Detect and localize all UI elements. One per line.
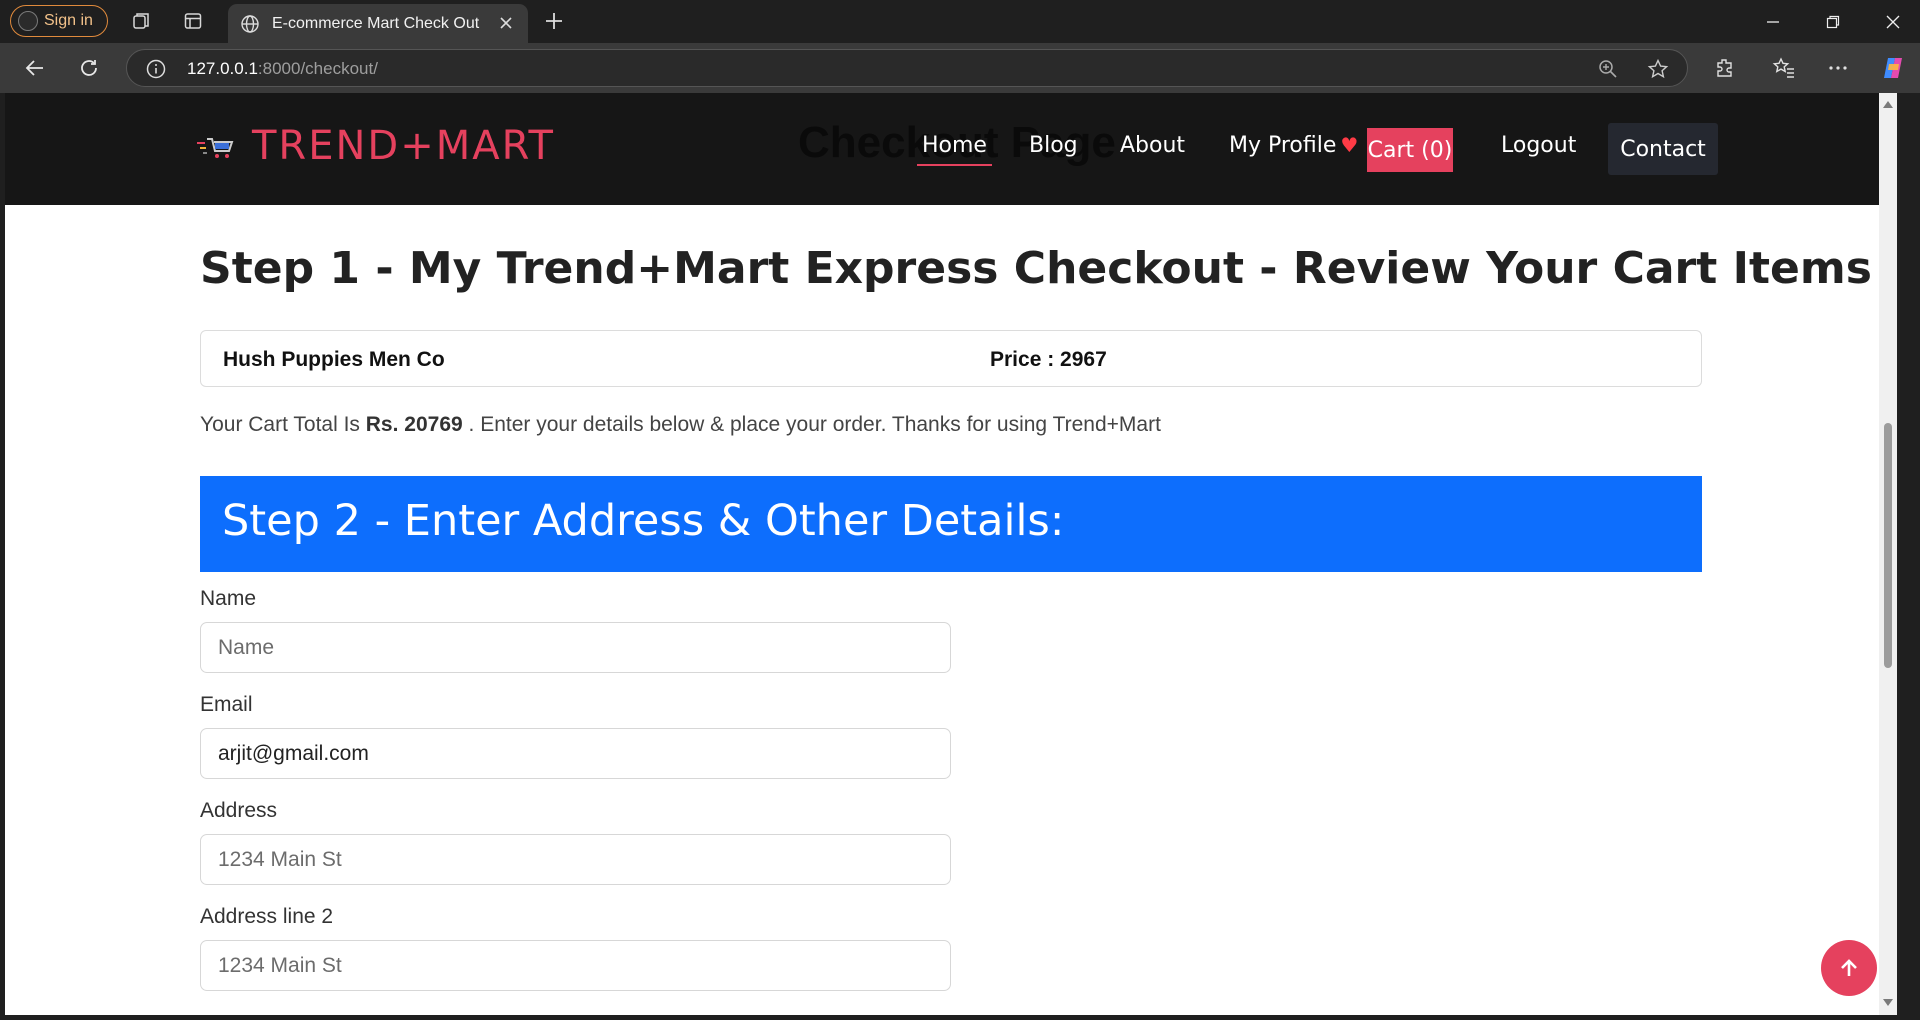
heart-icon: ♥ [1340, 133, 1359, 157]
minimize-icon[interactable] [1760, 9, 1786, 35]
nav-about[interactable]: About [1120, 133, 1185, 158]
more-menu-icon[interactable] [1824, 54, 1852, 82]
site-navbar: TREND+MART Checkout Page Home Blog About… [5, 93, 1897, 205]
new-tab-icon[interactable] [542, 9, 566, 33]
step2-heading: Step 2 - Enter Address & Other Details: [222, 496, 1065, 546]
globe-icon [241, 14, 259, 33]
active-tab[interactable]: E-commerce Mart Check Out [228, 4, 528, 43]
back-icon[interactable] [21, 54, 49, 82]
cart-total-amount: Rs. 20769 [365, 413, 463, 436]
workspaces-icon[interactable] [129, 9, 153, 33]
zoom-icon[interactable] [1597, 58, 1619, 80]
address2-label: Address line 2 [200, 905, 334, 928]
email-field[interactable] [200, 728, 951, 779]
scrollbar-thumb[interactable] [1884, 423, 1892, 668]
cart-logo-icon [197, 138, 234, 158]
cart-item-list: Hush Puppies Men Co Price : 2967 [200, 330, 1702, 387]
cart-button[interactable]: Cart (0) [1367, 128, 1453, 172]
close-window-icon[interactable] [1880, 9, 1906, 35]
scroll-up-icon[interactable] [1883, 101, 1893, 108]
step2-banner: Step 2 - Enter Address & Other Details: [200, 476, 1702, 572]
nav-blog[interactable]: Blog [1029, 133, 1078, 158]
url-text: 127.0.0.1:8000/checkout/ [187, 59, 378, 78]
address-label: Address [200, 799, 278, 822]
sign-in-button[interactable]: Sign in [10, 5, 108, 37]
favorite-star-icon[interactable] [1647, 58, 1669, 80]
name-label: Name [200, 587, 257, 610]
back-to-top-button[interactable] [1821, 940, 1877, 996]
favorites-icon[interactable] [1770, 54, 1798, 82]
contact-button[interactable]: Contact [1608, 123, 1718, 175]
reload-icon[interactable] [75, 54, 103, 82]
browser-tab-bar: Sign in E-commerce Mart Check Out [0, 0, 1920, 43]
tab-title: E-commerce Mart Check Out [272, 14, 480, 32]
address-field[interactable] [200, 834, 951, 885]
scroll-down-icon[interactable] [1883, 999, 1893, 1006]
cart-total-text: Your Cart Total Is Rs. 20769 . Enter you… [200, 413, 1161, 436]
copilot-icon[interactable] [1879, 54, 1907, 82]
name-field[interactable] [200, 622, 951, 673]
window-bottom-edge [0, 1015, 1920, 1020]
arrow-up-icon [1841, 959, 1857, 976]
nav-my-profile[interactable]: My Profile ♥ [1229, 133, 1358, 158]
address-bar[interactable]: 127.0.0.1:8000/checkout/ [126, 49, 1688, 87]
nav-home[interactable]: Home [917, 133, 992, 166]
restore-icon[interactable] [1820, 9, 1846, 35]
profile-avatar-icon [18, 11, 38, 31]
nav-logout[interactable]: Logout [1501, 133, 1576, 158]
browser-toolbar: 127.0.0.1:8000/checkout/ [0, 43, 1920, 93]
site-info-icon[interactable] [145, 58, 167, 80]
extensions-icon[interactable] [1711, 54, 1739, 82]
cart-item-name: Hush Puppies Men Co [223, 348, 445, 371]
page-scrollbar[interactable] [1879, 93, 1897, 1015]
page-viewport: TREND+MART Checkout Page Home Blog About… [5, 93, 1897, 1015]
address2-field[interactable] [200, 940, 951, 991]
close-tab-icon[interactable] [496, 13, 516, 33]
cart-item-price: Price : 2967 [990, 348, 1107, 371]
nav-my-profile-label: My Profile [1229, 133, 1337, 158]
sign-in-label: Sign in [44, 12, 93, 29]
step1-heading: Step 1 - My Trend+Mart Express Checkout … [200, 243, 1872, 294]
tab-actions-icon[interactable] [181, 9, 205, 33]
email-label: Email [200, 693, 253, 716]
brand-logo[interactable]: TREND+MART [252, 123, 555, 169]
